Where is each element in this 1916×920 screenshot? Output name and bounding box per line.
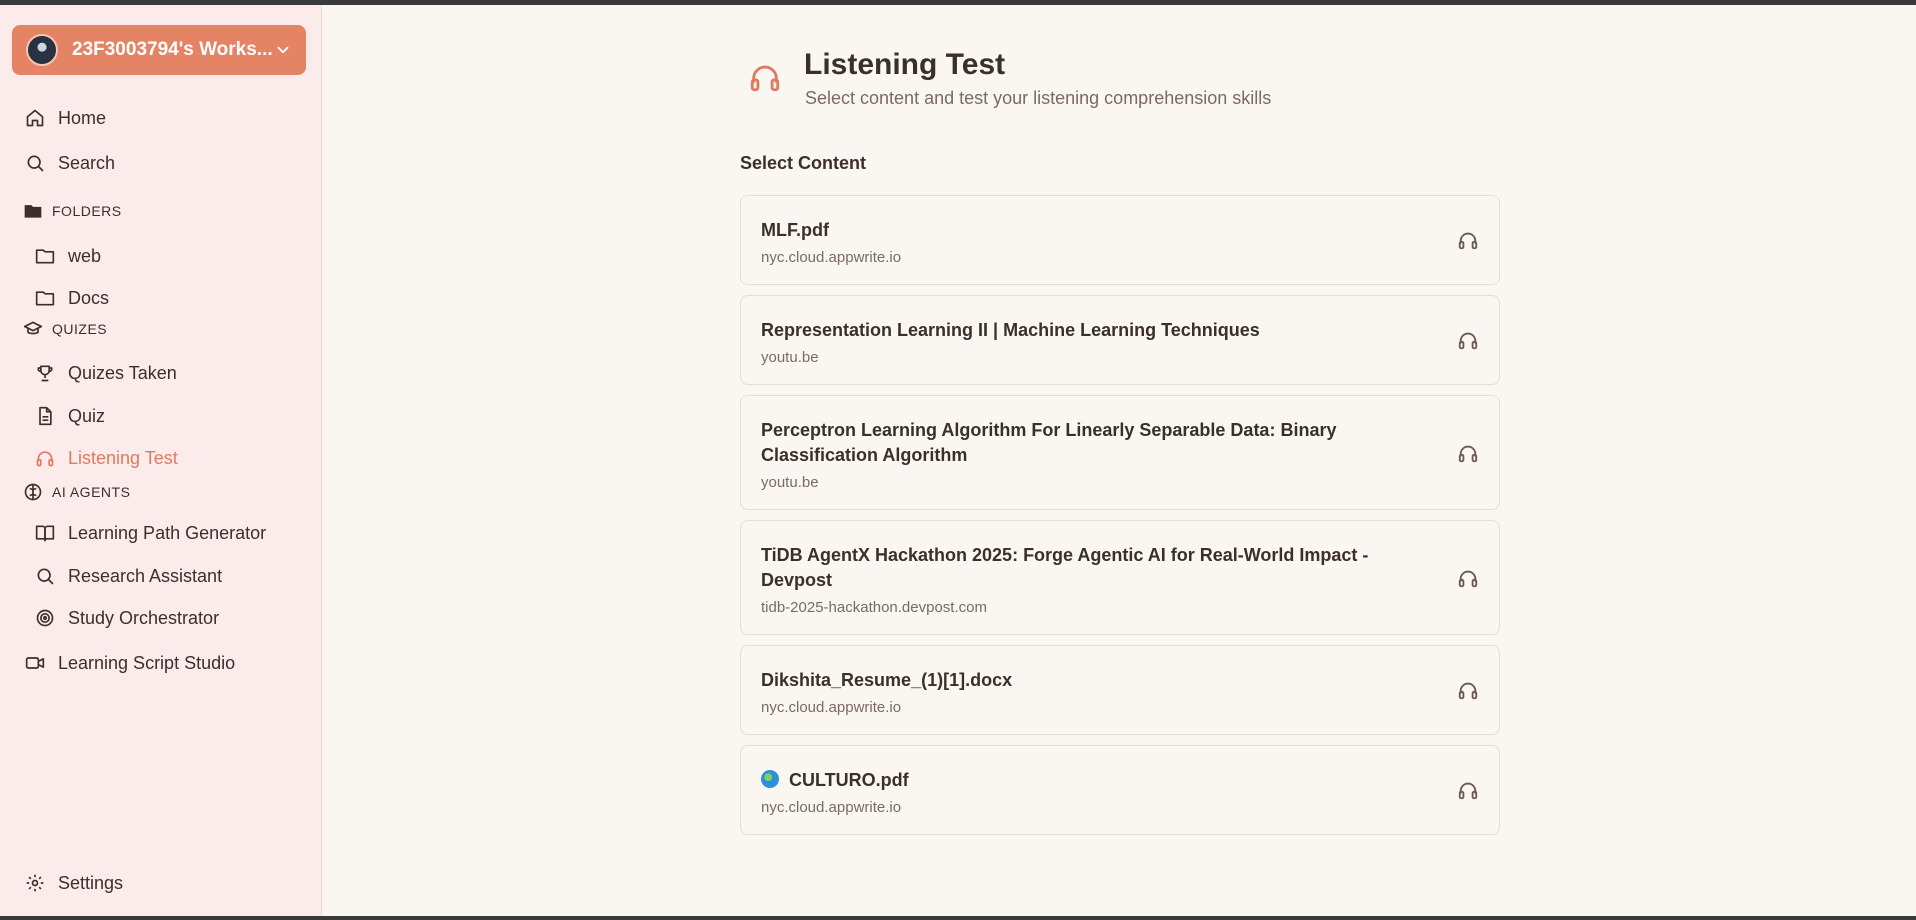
headphones-icon [34, 447, 56, 469]
nav-settings-label: Settings [58, 872, 124, 893]
sidebar-item-web[interactable]: web [34, 240, 101, 272]
section-ai-agents-label: AI AGENTS [52, 484, 131, 500]
headphones-icon [1458, 332, 1478, 350]
brain-icon [22, 481, 44, 503]
file-text-icon [34, 405, 56, 427]
select-content-heading: Select Content [740, 153, 867, 173]
sidebar-item-quizes-taken[interactable]: Quizes Taken [34, 357, 177, 389]
content-card-source: nyc.cloud.appwrite.io [761, 799, 902, 816]
video-icon [24, 652, 46, 674]
content-card[interactable]: Dikshita_Resume_(1)[1].docx nyc.cloud.ap… [740, 645, 1500, 735]
target-icon [34, 607, 56, 629]
globe-icon [761, 770, 779, 788]
content-card-source: youtu.be [761, 474, 819, 491]
sidebar-item-label: Docs [68, 287, 110, 308]
content-card-source: nyc.cloud.appwrite.io [761, 249, 902, 266]
content-card[interactable]: TiDB AgentX Hackathon 2025: Forge Agenti… [740, 520, 1500, 635]
nav-home[interactable]: Home [24, 102, 106, 134]
nav-learning-script-studio[interactable]: Learning Script Studio [24, 647, 235, 679]
page-subtitle: Select content and test your listening c… [805, 88, 1272, 108]
content-card-source: tidb-2025-hackathon.devpost.com [761, 599, 987, 616]
graduation-cap-icon [22, 318, 44, 340]
section-quizes[interactable]: QUIZES [22, 317, 107, 341]
content-list: MLF.pdf nyc.cloud.appwrite.io Representa… [740, 195, 1500, 845]
sidebar-item-label: Quiz [68, 405, 106, 426]
search-icon [24, 152, 46, 174]
content-card-source: nyc.cloud.appwrite.io [761, 699, 902, 716]
sidebar-item-label: web [68, 245, 102, 266]
sidebar-item-listening-test[interactable]: Listening Test [34, 442, 178, 474]
sidebar-item-research-assistant[interactable]: Research Assistant [34, 560, 222, 592]
folder-icon [34, 245, 56, 267]
headphones-icon [1458, 445, 1478, 462]
headphones-icon [1458, 570, 1478, 587]
section-ai-agents[interactable]: AI AGENTS [22, 480, 130, 504]
nav-search-label: Search [58, 152, 116, 173]
section-quizes-label: QUIZES [52, 321, 108, 337]
trophy-icon [34, 362, 56, 384]
folder-filled-icon [22, 200, 44, 222]
content-card[interactable]: CULTURO.pdf nyc.cloud.appwrite.io [740, 745, 1500, 835]
headphones-icon [1458, 232, 1478, 250]
sidebar-item-label: Learning Path Generator [68, 522, 267, 543]
sidebar-item-docs[interactable]: Docs [34, 282, 109, 314]
sidebar-item-quiz[interactable]: Quiz [34, 400, 105, 432]
headphones-icon [1458, 782, 1478, 800]
content-card[interactable]: Perceptron Learning Algorithm For Linear… [740, 395, 1500, 510]
folder-icon [34, 287, 56, 309]
page-title: Listening Test [804, 48, 1006, 81]
section-folders-label: FOLDERS [52, 203, 122, 219]
avatar [26, 34, 58, 66]
content-card-title: TiDB AgentX Hackathon 2025: Forge Agenti… [761, 545, 1369, 590]
nav-home-label: Home [58, 107, 107, 128]
sidebar-item-study-orchestrator[interactable]: Study Orchestrator [34, 602, 219, 634]
headphones-icon [750, 65, 780, 92]
home-icon [24, 107, 46, 129]
nav-settings[interactable]: Settings [24, 867, 123, 899]
content-card-title-row: CULTURO.pdf [761, 768, 1429, 793]
sidebar-item-learning-path-generator[interactable]: Learning Path Generator [34, 517, 266, 549]
content-card-source: youtu.be [761, 349, 819, 366]
content-card-title: Perceptron Learning Algorithm For Linear… [761, 420, 1337, 465]
chevron-down-icon [277, 46, 289, 54]
workspace-switcher[interactable]: 23F3003794's Works... [12, 25, 306, 75]
nav-search[interactable]: Search [24, 147, 115, 179]
content-card-title: Representation Learning II | Machine Lea… [761, 320, 1260, 340]
sidebar: 23F3003794's Works... Home Search FOLDER… [0, 5, 322, 916]
headphones-icon [1458, 682, 1478, 700]
sidebar-item-label: Quizes Taken [68, 362, 177, 383]
search-icon [34, 565, 56, 587]
book-open-icon [34, 522, 56, 544]
sidebar-item-label: Listening Test [68, 447, 178, 468]
sidebar-item-label: Study Orchestrator [68, 607, 220, 628]
content-card-title: CULTURO.pdf [789, 770, 909, 790]
content-card-title: MLF.pdf [761, 220, 829, 240]
nav-learning-script-studio-label: Learning Script Studio [58, 652, 236, 673]
workspace-name: 23F3003794's Works... [72, 39, 273, 60]
content-card[interactable]: Representation Learning II | Machine Lea… [740, 295, 1500, 385]
window-bottom-border [0, 916, 1916, 920]
sidebar-item-label: Research Assistant [68, 565, 223, 586]
section-folders[interactable]: FOLDERS [22, 199, 122, 223]
gear-icon [24, 872, 46, 894]
content-card-title: Dikshita_Resume_(1)[1].docx [761, 670, 1013, 690]
content-card[interactable]: MLF.pdf nyc.cloud.appwrite.io [740, 195, 1500, 285]
